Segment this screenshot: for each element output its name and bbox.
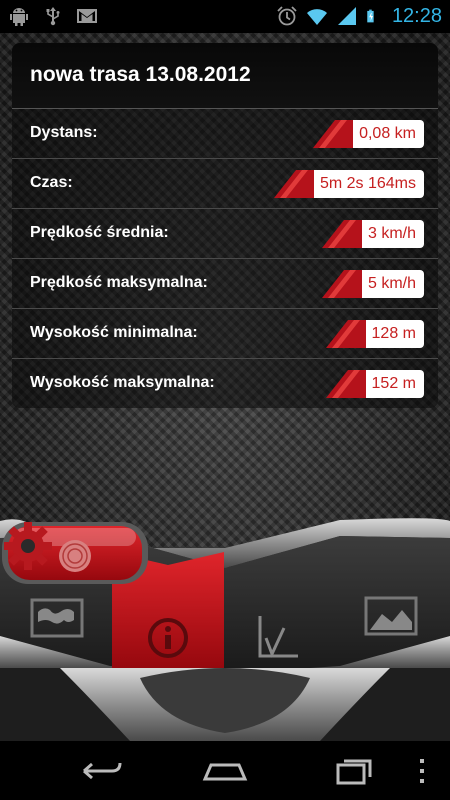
stat-value: 5m 2s 164ms bbox=[319, 175, 416, 192]
route-summary-card: nowa trasa 13.08.2012 Dystans: 0,08 km C… bbox=[12, 43, 438, 408]
stat-value-box: 5m 2s 164ms bbox=[273, 170, 424, 198]
stat-row-max-altitude: Wysokość maksymalna: 152 m bbox=[12, 359, 438, 409]
stat-row-distance: Dystans: 0,08 km bbox=[12, 109, 438, 159]
stat-value-box: 3 km/h bbox=[321, 220, 424, 248]
elevation-icon[interactable] bbox=[352, 578, 432, 658]
stat-value-box: 5 km/h bbox=[321, 270, 424, 298]
android-debug-icon bbox=[10, 8, 28, 26]
info-icon[interactable] bbox=[128, 598, 208, 678]
chart-icon[interactable] bbox=[238, 598, 318, 678]
stat-value: 0,08 km bbox=[359, 125, 416, 142]
status-bar: 12:28 bbox=[0, 0, 450, 33]
clock: 12:28 bbox=[391, 5, 442, 27]
stat-label: Wysokość minimalna: bbox=[30, 324, 198, 341]
app-screen: nowa trasa 13.08.2012 Dystans: 0,08 km C… bbox=[0, 33, 450, 741]
stat-label: Czas: bbox=[30, 174, 73, 191]
stat-row-time: Czas: 5m 2s 164ms bbox=[12, 159, 438, 209]
stat-row-max-speed: Prędkość maksymalna: 5 km/h bbox=[12, 259, 438, 309]
route-title: nowa trasa 13.08.2012 bbox=[30, 63, 251, 86]
stat-value: 3 km/h bbox=[367, 225, 416, 242]
home-icon[interactable] bbox=[195, 753, 255, 789]
battery-charging-icon bbox=[367, 9, 374, 23]
stat-row-avg-speed: Prędkość średnia: 3 km/h bbox=[12, 209, 438, 259]
stat-label: Wysokość maksymalna: bbox=[30, 374, 215, 391]
stat-row-min-altitude: Wysokość minimalna: 128 m bbox=[12, 309, 438, 359]
stat-value-box: 152 m bbox=[325, 370, 424, 398]
stat-value: 5 km/h bbox=[367, 275, 416, 292]
gmail-icon bbox=[77, 9, 97, 23]
stat-label: Prędkość średnia: bbox=[30, 224, 169, 241]
alarm-icon bbox=[277, 6, 297, 26]
stat-value-box: 128 m bbox=[325, 320, 424, 348]
stat-label: Prędkość maksymalna: bbox=[30, 274, 208, 291]
stat-value: 128 m bbox=[371, 325, 416, 342]
recent-apps-icon[interactable] bbox=[322, 753, 382, 789]
back-icon[interactable] bbox=[70, 753, 130, 789]
system-nav-bar bbox=[0, 741, 450, 800]
stat-value-box: 0,08 km bbox=[313, 120, 424, 148]
card-header: nowa trasa 13.08.2012 bbox=[12, 43, 438, 109]
menu-icon[interactable] bbox=[402, 753, 442, 789]
dashboard bbox=[0, 518, 450, 741]
stat-label: Dystans: bbox=[30, 124, 98, 141]
gear-icon[interactable] bbox=[0, 518, 56, 574]
map-icon[interactable] bbox=[18, 578, 98, 658]
stat-value: 152 m bbox=[371, 375, 416, 392]
usb-icon bbox=[46, 7, 60, 26]
wifi-icon bbox=[306, 9, 327, 25]
signal-icon bbox=[337, 7, 356, 25]
